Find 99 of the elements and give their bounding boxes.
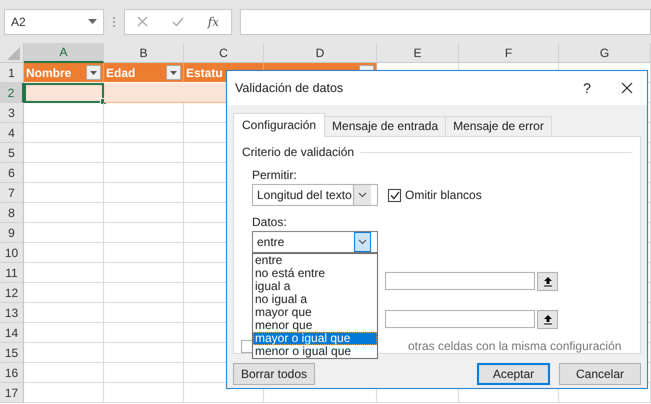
row-header[interactable]: 15 — [0, 343, 24, 363]
checkbox-label: otras celdas con la misma configuración — [408, 339, 622, 353]
dropdown-option[interactable]: entre — [253, 254, 377, 267]
table-cell[interactable] — [24, 223, 104, 243]
table-cell[interactable] — [24, 303, 104, 323]
row-header[interactable]: 4 — [0, 123, 24, 143]
filter-arrow-icon — [90, 70, 97, 74]
table-cell[interactable] — [24, 283, 104, 303]
header-text: Estatu — [186, 66, 223, 80]
tab[interactable]: Configuración — [233, 113, 326, 137]
dropdown-option[interactable]: menor que — [253, 319, 377, 332]
dialog-button[interactable]: Cancelar — [559, 363, 641, 385]
help-button[interactable]: ? — [567, 80, 607, 96]
row-header[interactable]: 12 — [0, 283, 24, 303]
dialog-button[interactable]: Aceptar — [477, 363, 550, 385]
table-cell[interactable] — [104, 143, 184, 163]
table-cell[interactable] — [24, 103, 104, 123]
active-cell[interactable] — [24, 83, 104, 103]
field-label: Permitir: — [252, 168, 298, 182]
table-cell[interactable] — [24, 243, 104, 263]
table-cell[interactable] — [104, 83, 184, 103]
ignore-blank-checkbox[interactable]: Omitir blancos — [388, 188, 482, 202]
table-cell[interactable] — [104, 203, 184, 223]
tab[interactable]: Mensaje de error — [445, 116, 552, 136]
table-cell[interactable] — [24, 143, 104, 163]
column-header[interactable]: G — [559, 43, 651, 63]
row-header[interactable]: 6 — [0, 163, 24, 183]
table-cell[interactable] — [24, 183, 104, 203]
table-cell[interactable] — [24, 203, 104, 223]
range-select-button[interactable] — [537, 310, 558, 329]
dropdown-option[interactable]: igual a — [253, 280, 377, 293]
group-title: Criterio de validación — [242, 145, 354, 159]
row-header[interactable]: 2 — [0, 83, 24, 103]
table-cell[interactable] — [24, 263, 104, 283]
row-header[interactable]: 13 — [0, 303, 24, 323]
upload-arrow-icon — [542, 314, 552, 325]
column-header[interactable]: E — [377, 43, 459, 63]
row-header[interactable]: 1 — [0, 63, 24, 83]
upload-arrow-icon — [542, 276, 552, 287]
column-header[interactable]: F — [459, 43, 559, 63]
dropdown-option[interactable]: no está entre — [253, 267, 377, 280]
table-cell[interactable] — [104, 243, 184, 263]
table-cell[interactable] — [24, 123, 104, 143]
check-icon[interactable] — [172, 16, 184, 26]
filter-arrow-icon — [170, 70, 177, 74]
range-input[interactable] — [385, 310, 535, 328]
table-cell[interactable] — [104, 343, 184, 363]
row-header[interactable]: 17 — [0, 383, 24, 403]
dialog-button[interactable]: Borrar todos — [233, 363, 315, 385]
table-cell[interactable] — [104, 183, 184, 203]
formula-input[interactable] — [240, 8, 651, 34]
field-label: Datos: — [252, 215, 288, 229]
table-cell[interactable] — [104, 363, 184, 383]
table-cell[interactable] — [104, 103, 184, 123]
header-text: Edad — [106, 66, 136, 80]
close-icon — [621, 82, 633, 94]
row-header[interactable]: 7 — [0, 183, 24, 203]
table-cell[interactable] — [24, 363, 104, 383]
table-cell[interactable] — [24, 343, 104, 363]
header-text: Nombre — [26, 66, 72, 80]
name-box[interactable]: A2 — [4, 8, 104, 34]
table-cell[interactable] — [104, 263, 184, 283]
data-dropdown[interactable]: entre — [252, 231, 378, 253]
table-cell[interactable] — [104, 283, 184, 303]
filter-button[interactable] — [86, 65, 101, 80]
filter-button[interactable] — [166, 65, 181, 80]
table-cell[interactable] — [104, 163, 184, 183]
dialog-title: Validación de datos — [235, 81, 344, 95]
table-cell[interactable] — [104, 323, 184, 343]
dropdown-option[interactable]: no igual a — [253, 293, 377, 306]
row-header[interactable]: 8 — [0, 203, 24, 223]
row-header[interactable]: 3 — [0, 103, 24, 123]
grip-icon — [112, 14, 116, 28]
row-header[interactable]: 14 — [0, 323, 24, 343]
dropdown-option[interactable]: mayor que — [253, 306, 377, 319]
row-header[interactable]: 10 — [0, 243, 24, 263]
table-cell[interactable] — [24, 383, 104, 403]
table-cell[interactable] — [24, 163, 104, 183]
row-header[interactable]: 9 — [0, 223, 24, 243]
range-input[interactable] — [385, 272, 535, 290]
column-header[interactable]: C — [184, 43, 264, 63]
table-cell[interactable] — [24, 323, 104, 343]
row-header[interactable]: 11 — [0, 263, 24, 283]
table-cell[interactable] — [104, 223, 184, 243]
column-header[interactable]: D — [264, 43, 377, 63]
column-header[interactable]: A — [24, 43, 104, 63]
row-header[interactable]: 16 — [0, 363, 24, 383]
table-cell[interactable] — [104, 123, 184, 143]
dropdown-option[interactable]: mayor o igual que — [253, 332, 377, 345]
table-cell[interactable] — [104, 383, 184, 403]
range-select-button[interactable] — [537, 272, 558, 291]
dropdown-option[interactable]: menor o igual que — [253, 345, 377, 358]
allow-dropdown[interactable]: Longitud del texto — [252, 184, 378, 206]
column-header[interactable]: B — [104, 43, 184, 63]
cancel-icon[interactable] — [136, 16, 148, 27]
insert-function-button[interactable]: fx — [208, 14, 220, 28]
row-header[interactable]: 5 — [0, 143, 24, 163]
check-icon — [390, 190, 400, 200]
table-cell[interactable] — [104, 303, 184, 323]
